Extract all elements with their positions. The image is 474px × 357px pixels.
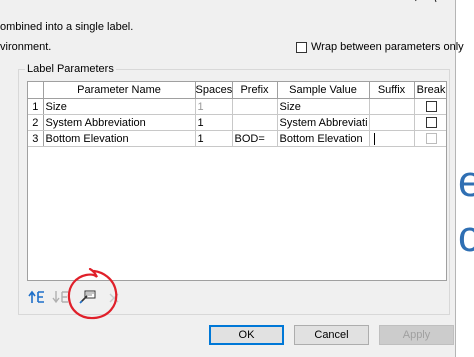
cancel-button[interactable]: Cancel xyxy=(294,325,369,345)
break-checkbox[interactable] xyxy=(425,117,437,129)
background-letter-e: e xyxy=(458,157,474,206)
description-line-2: vironment. xyxy=(0,41,52,53)
parameter-name-cell[interactable]: System Abbreviation xyxy=(43,114,196,131)
column-header-parameter-name[interactable]: Parameter Name xyxy=(43,82,196,99)
remove-parameter-button[interactable] xyxy=(106,289,124,305)
break-cell xyxy=(414,114,446,131)
spaces-cell: 1 xyxy=(195,98,233,115)
ok-button[interactable]: OK xyxy=(209,325,284,345)
sample-value-cell[interactable]: Size xyxy=(277,98,370,115)
move-up-icon xyxy=(28,290,44,303)
label-parameters-table: Parameter Name Spaces Prefix Sample Valu… xyxy=(28,82,446,147)
title-bar-fragment xyxy=(415,0,437,3)
move-down-icon xyxy=(52,291,68,304)
wrap-between-parameters-label: Wrap between parameters only xyxy=(311,41,464,53)
wrap-between-parameters-option[interactable]: Wrap between parameters only xyxy=(296,41,464,53)
edit-units-format-icon xyxy=(79,290,96,304)
column-header-suffix[interactable]: Suffix xyxy=(369,82,415,99)
prefix-cell[interactable]: BOD= xyxy=(232,130,278,147)
apply-button: Apply xyxy=(379,325,454,345)
description-line-1: ombined into a single label. xyxy=(0,21,134,33)
parameter-name-cell[interactable]: Bottom Elevation xyxy=(43,130,196,147)
column-header-sample-value[interactable]: Sample Value xyxy=(277,82,370,99)
prefix-cell[interactable] xyxy=(232,114,278,131)
move-up-button[interactable] xyxy=(28,289,46,305)
column-header-row-number xyxy=(28,82,44,99)
spaces-cell[interactable]: 1 xyxy=(195,130,233,147)
spaces-cell[interactable]: 1 xyxy=(195,114,233,131)
sample-value-cell[interactable]: System Abbreviati xyxy=(277,114,370,131)
wrap-between-parameters-checkbox[interactable] xyxy=(296,41,307,53)
move-down-button[interactable] xyxy=(52,289,70,305)
screen: e c ombined into a single label. vironme… xyxy=(0,0,474,357)
break-checkbox[interactable] xyxy=(425,101,437,113)
label-parameters-group-label: Label Parameters xyxy=(25,63,116,75)
parameter-name-cell[interactable]: Size xyxy=(43,98,196,115)
sample-value-cell[interactable]: Bottom Elevation xyxy=(277,130,370,147)
column-header-prefix[interactable]: Prefix xyxy=(232,82,278,99)
column-header-spaces[interactable]: Spaces xyxy=(195,82,233,99)
table-row[interactable]: 1 Size 1 Size xyxy=(28,98,446,115)
edit-units-format-button[interactable] xyxy=(79,289,97,305)
break-cell xyxy=(414,98,446,115)
suffix-cell[interactable] xyxy=(369,98,415,115)
table-row[interactable]: 2 System Abbreviation 1 System Abbreviat… xyxy=(28,114,446,131)
break-checkbox-disabled xyxy=(425,133,437,145)
row-number[interactable]: 1 xyxy=(28,98,44,115)
suffix-cell[interactable] xyxy=(369,130,415,147)
row-number[interactable]: 2 xyxy=(28,114,44,131)
suffix-cell[interactable] xyxy=(369,114,415,131)
break-cell xyxy=(414,130,446,147)
prefix-cell[interactable] xyxy=(232,98,278,115)
table-header-row: Parameter Name Spaces Prefix Sample Valu… xyxy=(28,82,446,99)
column-header-break[interactable]: Break xyxy=(414,82,446,99)
remove-parameter-icon xyxy=(109,293,119,303)
background-letter-c: c xyxy=(458,212,474,261)
edit-label-dialog: ombined into a single label. vironment. … xyxy=(0,0,464,357)
row-number[interactable]: 3 xyxy=(28,130,44,147)
table-row[interactable]: 3 Bottom Elevation 1 BOD= Bottom Elevati… xyxy=(28,130,446,147)
text-caret xyxy=(373,132,375,145)
label-parameters-grid[interactable]: Parameter Name Spaces Prefix Sample Valu… xyxy=(27,81,447,281)
